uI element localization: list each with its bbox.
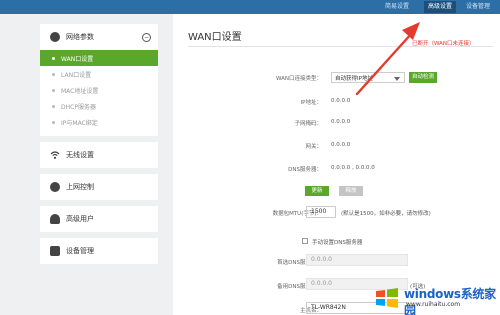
gateway-label: 网关： (305, 144, 322, 150)
watermark-title: windows系统家园 (404, 287, 496, 315)
bullet-icon (52, 88, 55, 92)
sidebar-subitem-label: WAN口设置 (61, 55, 94, 63)
mtu-hint: (默认是1500，如非必要，请勿修改) (341, 211, 431, 217)
windows-logo-icon (376, 288, 398, 308)
collapse-icon[interactable]: − (142, 33, 151, 42)
dns-value: 0.0.0.0 , 0.0.0.0 (331, 165, 375, 171)
watermark: windows系统家园 www.ruihaitu.com (374, 285, 498, 315)
sidebar-item-wireless[interactable]: 无线设置 (40, 142, 158, 168)
sidebar-item-label: 无线设置 (66, 151, 94, 159)
sidebar-item-wan[interactable]: WAN口设置 (40, 50, 158, 66)
sidebar-subitem-label: IP与MAC绑定 (61, 119, 98, 127)
sidebar-item-advanced-user[interactable]: 高级用户 (40, 206, 158, 232)
conn-type-value: 自动获得IP地址 (335, 76, 373, 82)
sidebar-item-device-management[interactable]: 设备管理 (40, 238, 158, 264)
manual-dns-label: 手动设置DNS服务器 (312, 240, 363, 246)
bullet-icon (52, 120, 55, 124)
status-note: 已断开（WAN口未连接） (412, 41, 475, 47)
sidebar-subitem-label: LAN口设置 (61, 71, 92, 79)
mtu-input[interactable]: 1500 (306, 206, 336, 218)
top-link-device-management[interactable]: 设备管理 (466, 1, 490, 13)
sidebar-item-ip-mac-binding[interactable]: IP与MAC绑定 (40, 114, 158, 130)
sidebar-item-network[interactable]: 网络参数 − (40, 24, 158, 50)
bullet-icon (52, 104, 55, 108)
manual-dns-checkbox[interactable] (302, 238, 308, 244)
conn-type-label: WAN口连接类型： (275, 76, 322, 82)
e-globe-icon (50, 182, 60, 192)
sidebar-item-mac[interactable]: MAC地址设置 (40, 82, 158, 98)
globe-icon (50, 32, 60, 42)
sidebar-item-dhcp[interactable]: DHCP服务器 (40, 98, 158, 114)
dns-label: DNS服务器： (288, 167, 322, 173)
sidebar-item-access-control[interactable]: 上网控制 (40, 174, 158, 200)
chevron-down-icon (394, 77, 400, 81)
wifi-icon (50, 150, 60, 160)
user-icon (50, 214, 60, 224)
sidebar: 网络参数 − WAN口设置 LAN口设置 MAC地址设置 DHCP服务器 IP与… (0, 14, 168, 315)
main-panel: WAN口设置 已断开（WAN口未连接） WAN口连接类型： 自动获得IP地址 自… (173, 14, 500, 315)
sidebar-item-label: 上网控制 (66, 183, 94, 191)
sidebar-subitem-label: DHCP服务器 (61, 103, 96, 111)
release-button[interactable]: 释放 (339, 186, 363, 196)
ip-label: IP地址： (300, 100, 322, 106)
mask-value: 0.0.0.0 (331, 119, 351, 125)
gear-icon (50, 246, 60, 256)
top-nav-bar: 简易设置 高级设置 设备管理 (0, 0, 500, 14)
sidebar-item-lan[interactable]: LAN口设置 (40, 66, 158, 82)
bullet-icon (52, 72, 55, 76)
watermark-url: www.ruihaitu.com (406, 301, 461, 308)
renew-button[interactable]: 更新 (305, 186, 329, 196)
sidebar-item-label: 网络参数 (66, 33, 94, 41)
bullet-icon (52, 56, 55, 60)
sidebar-item-label: 设备管理 (66, 247, 94, 255)
auto-detect-button[interactable]: 自动检测 (409, 72, 437, 83)
conn-type-select[interactable]: 自动获得IP地址 (331, 72, 405, 83)
sidebar-subitem-label: MAC地址设置 (61, 87, 99, 95)
primary-dns-input[interactable]: 0.0.0.0 (306, 254, 408, 266)
top-link-advanced-setup[interactable]: 高级设置 (424, 1, 457, 13)
page-title: WAN口设置 (188, 32, 242, 43)
ip-value: 0.0.0.0 (331, 98, 351, 104)
mask-label: 子网掩码： (294, 121, 322, 127)
gateway-value: 0.0.0.0 (331, 142, 351, 148)
sidebar-item-label: 高级用户 (66, 215, 94, 223)
top-link-easy-setup[interactable]: 简易设置 (385, 1, 409, 13)
sidebar-group-network: 网络参数 − WAN口设置 LAN口设置 MAC地址设置 DHCP服务器 IP与… (40, 24, 158, 136)
